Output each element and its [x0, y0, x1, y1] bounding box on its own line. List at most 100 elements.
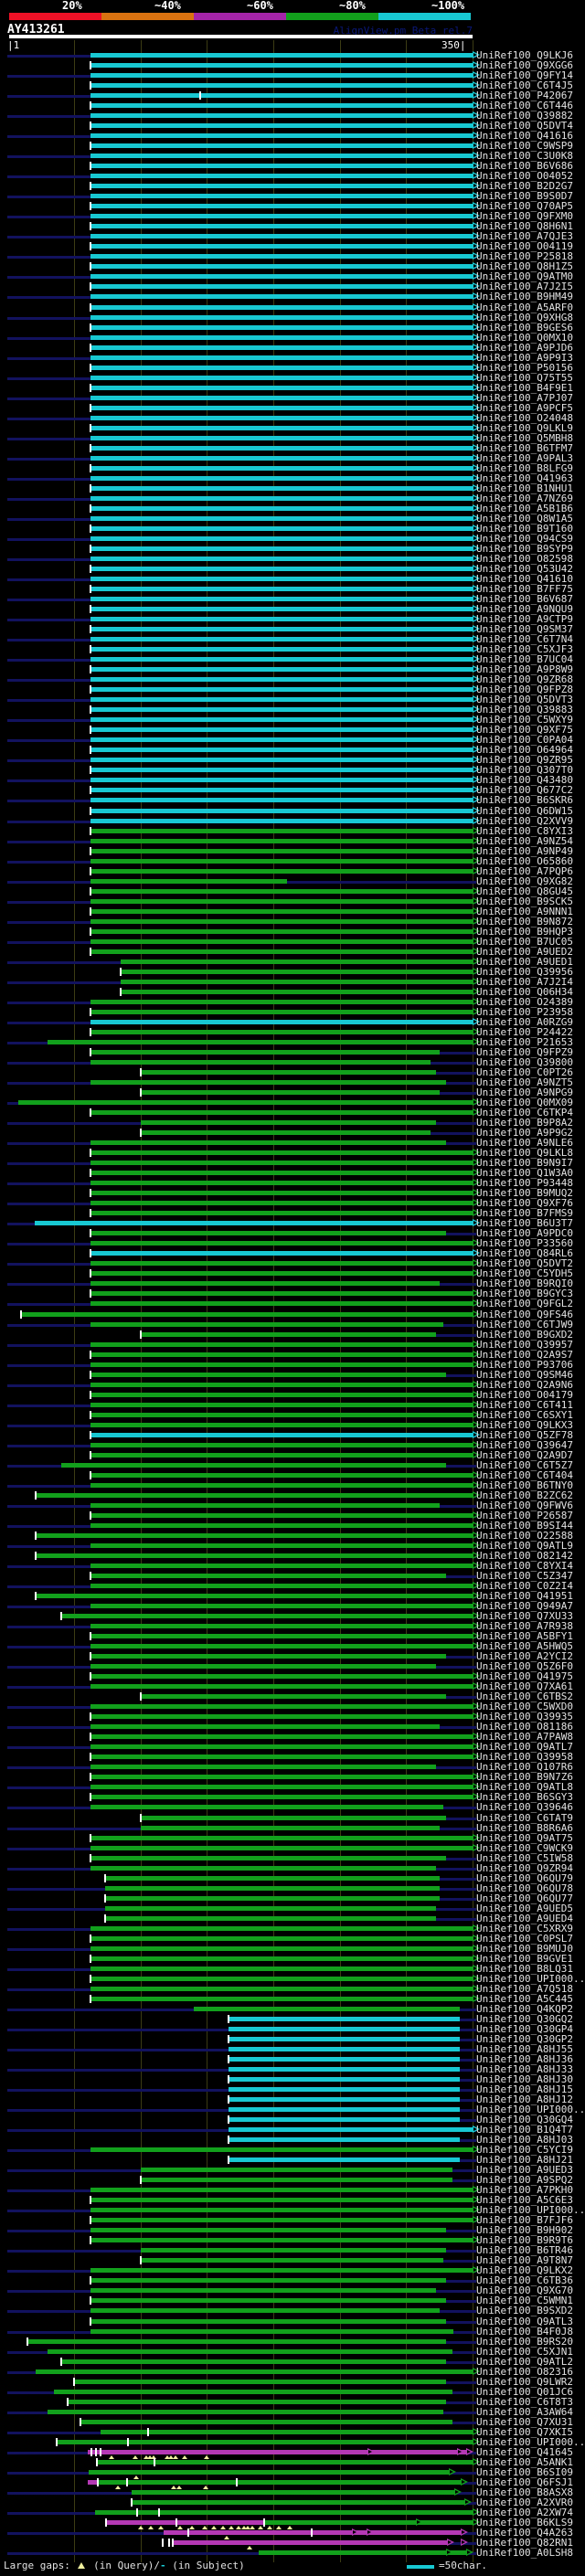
alignment-bar[interactable]	[90, 1231, 446, 1235]
alignment-bar[interactable]	[90, 2218, 473, 2222]
alignment-bar[interactable]	[35, 1221, 473, 1225]
alignment-bar[interactable]	[90, 2208, 473, 2212]
alignment-bar[interactable]	[90, 1150, 473, 1155]
alignment-bar[interactable]	[36, 1493, 473, 1498]
alignment-bar[interactable]	[90, 516, 473, 521]
alignment-bar[interactable]	[90, 859, 473, 864]
alignment-bar[interactable]	[90, 747, 473, 752]
alignment-bar[interactable]	[90, 1956, 473, 1961]
alignment-bar[interactable]	[90, 1393, 473, 1397]
alignment-bar[interactable]	[90, 184, 473, 188]
alignment-bar[interactable]	[90, 798, 473, 802]
alignment-bar[interactable]	[89, 2470, 449, 2475]
alignment-bar[interactable]	[90, 244, 473, 249]
alignment-bar[interactable]	[141, 1120, 436, 1125]
alignment-bar[interactable]	[90, 1373, 446, 1377]
hit-label[interactable]: UniRef100_A0LSH8	[476, 2548, 573, 2558]
alignment-bar[interactable]	[36, 1553, 473, 1558]
alignment-bar[interactable]	[132, 2500, 465, 2505]
alignment-bar[interactable]	[90, 254, 473, 259]
alignment-bar[interactable]	[90, 1443, 473, 1447]
alignment-bar[interactable]	[48, 2410, 443, 2414]
alignment-bar[interactable]	[90, 768, 473, 772]
alignment-bar[interactable]	[57, 2440, 473, 2444]
alignment-bar[interactable]	[36, 1533, 473, 1538]
alignment-bar[interactable]	[90, 1664, 436, 1669]
alignment-bar[interactable]	[141, 1090, 440, 1095]
alignment-bar[interactable]	[90, 1010, 473, 1014]
alignment-bar[interactable]	[90, 1946, 473, 1951]
alignment-bar[interactable]	[90, 1271, 473, 1276]
alignment-bar[interactable]	[90, 214, 473, 218]
alignment-bar[interactable]	[90, 1674, 473, 1679]
alignment-bar[interactable]	[90, 2238, 473, 2242]
alignment-bar[interactable]	[90, 345, 473, 350]
alignment-bar[interactable]	[90, 1977, 473, 1981]
alignment-bar[interactable]	[141, 2168, 452, 2172]
alignment-bar[interactable]	[90, 133, 473, 138]
alignment-bar[interactable]	[90, 1342, 473, 1347]
alignment-bar[interactable]	[90, 1301, 473, 1306]
alignment-bar[interactable]	[90, 113, 473, 118]
alignment-bar[interactable]	[90, 1856, 446, 1860]
alignment-bar[interactable]	[121, 959, 473, 964]
alignment-bar[interactable]	[90, 667, 473, 672]
alignment-bar[interactable]	[90, 164, 473, 168]
alignment-bar[interactable]	[90, 919, 473, 924]
alignment-bar[interactable]	[90, 294, 473, 299]
alignment-bar[interactable]	[90, 717, 473, 722]
alignment-bar[interactable]	[90, 194, 473, 198]
alignment-bar[interactable]	[98, 2480, 461, 2485]
alignment-bar[interactable]	[90, 1201, 473, 1205]
alignment-bar[interactable]	[90, 1281, 440, 1286]
alignment-bar[interactable]	[90, 224, 473, 228]
alignment-bar[interactable]	[90, 758, 473, 762]
alignment-bar[interactable]	[90, 1574, 446, 1578]
alignment-bar[interactable]	[90, 879, 287, 884]
alignment-bar[interactable]	[90, 1453, 473, 1458]
alignment-bar[interactable]	[229, 2117, 460, 2122]
alignment-bar[interactable]	[90, 647, 473, 652]
alignment-bar[interactable]	[90, 1714, 473, 1719]
alignment-bar[interactable]	[90, 466, 473, 471]
alignment-bar[interactable]	[141, 1694, 446, 1699]
alignment-bar[interactable]	[141, 1816, 446, 1820]
alignment-bar[interactable]	[90, 204, 473, 208]
alignment-bar[interactable]	[90, 2319, 446, 2324]
alignment-bar[interactable]	[68, 2400, 446, 2404]
alignment-bar[interactable]	[259, 2550, 466, 2555]
hit-label[interactable]: UniRef100_B6SKR6	[476, 795, 573, 805]
alignment-bar[interactable]	[90, 1604, 473, 1608]
alignment-bar[interactable]	[90, 2278, 446, 2283]
alignment-bar[interactable]	[90, 557, 473, 561]
alignment-bar[interactable]	[90, 536, 473, 541]
alignment-bar[interactable]	[90, 737, 473, 742]
alignment-bar[interactable]	[90, 657, 473, 662]
alignment-bar[interactable]	[90, 396, 473, 400]
alignment-bar[interactable]	[80, 2420, 452, 2424]
alignment-bar[interactable]	[90, 727, 473, 732]
alignment-bar[interactable]	[90, 1362, 473, 1367]
alignment-bar[interactable]	[90, 1775, 473, 1779]
alignment-bar[interactable]	[90, 687, 473, 692]
alignment-bar[interactable]	[90, 929, 473, 934]
alignment-bar[interactable]	[90, 154, 473, 158]
alignment-bar[interactable]	[90, 1181, 473, 1185]
alignment-bar[interactable]	[141, 1826, 440, 1830]
alignment-bar[interactable]	[90, 476, 473, 481]
alignment-bar[interactable]	[90, 486, 473, 491]
alignment-bar[interactable]	[90, 1523, 473, 1528]
alignment-bar[interactable]	[90, 506, 473, 511]
alignment-bar[interactable]	[101, 2430, 473, 2434]
alignment-bar[interactable]	[141, 2258, 443, 2263]
alignment-bar[interactable]	[90, 335, 473, 340]
alignment-bar[interactable]	[90, 2298, 446, 2303]
alignment-bar[interactable]	[90, 274, 473, 279]
alignment-bar[interactable]	[61, 1463, 446, 1468]
alignment-bar[interactable]	[48, 1040, 473, 1044]
alignment-bar[interactable]	[90, 1050, 440, 1055]
alignment-bar[interactable]	[90, 123, 473, 128]
alignment-bar[interactable]	[90, 597, 473, 601]
alignment-bar[interactable]	[90, 1403, 473, 1407]
alignment-bar[interactable]	[90, 143, 473, 148]
